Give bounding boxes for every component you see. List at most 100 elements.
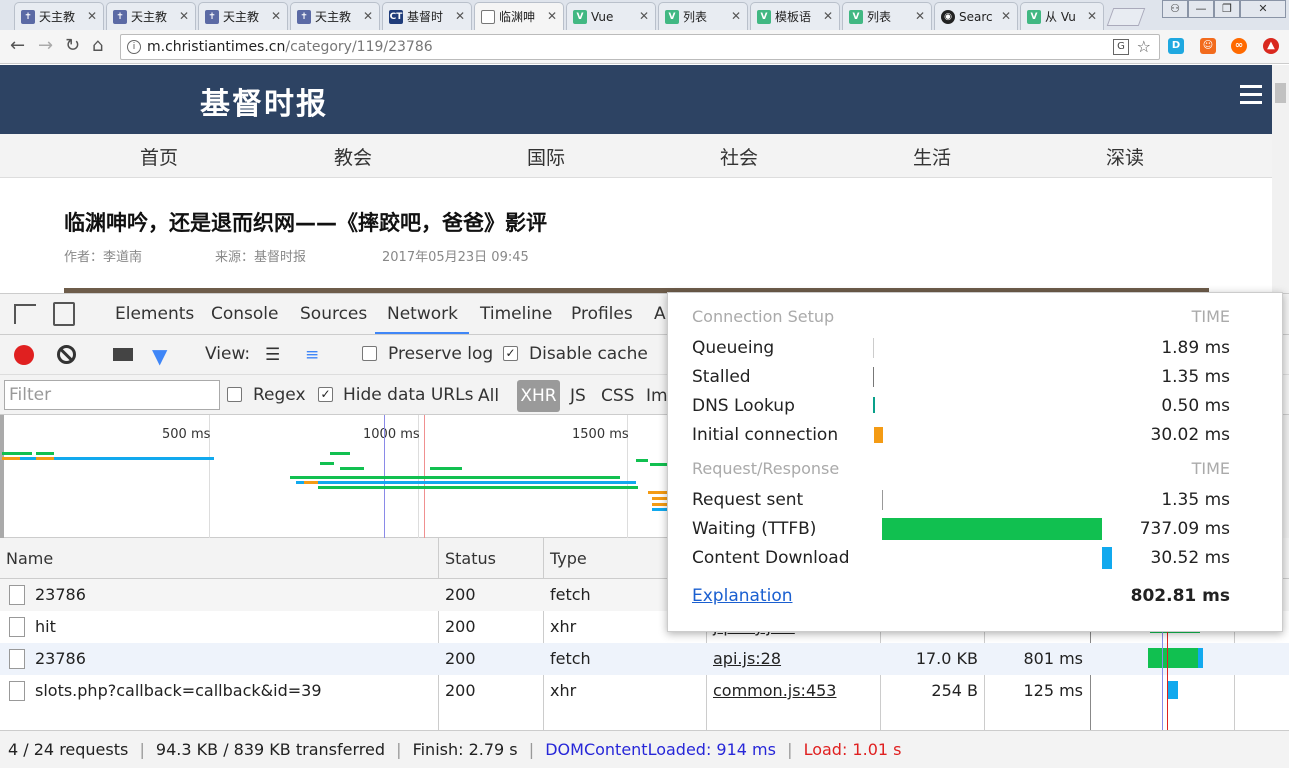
nav-item-life[interactable]: 生活 xyxy=(913,143,951,170)
forward-icon[interactable]: → xyxy=(38,36,53,56)
close-icon[interactable]: ✕ xyxy=(1001,3,1011,29)
bookmark-star-icon[interactable]: ☆ xyxy=(1137,35,1151,59)
browser-tab-active[interactable]: 临渊呻 ✕ xyxy=(474,2,564,30)
back-icon[interactable]: ← xyxy=(10,36,25,56)
browser-tab-strip: ✝ 天主教 ✕ ✝ 天主教 ✕ ✝ 天主教 ✕ ✝ 天主教 ✕ CT 基督时 ✕ 临渊呻 ✕ V Vue… xyxy=(0,0,1289,30)
column-name-header[interactable]: Name xyxy=(6,549,53,568)
vue-icon: V xyxy=(757,9,771,24)
type-filter-xhr[interactable]: XHR xyxy=(517,380,560,412)
connection-setup-header: Connection Setup xyxy=(692,307,835,326)
document-icon xyxy=(9,681,25,701)
nav-item-home[interactable]: 首页 xyxy=(140,143,178,170)
inspect-element-icon[interactable] xyxy=(14,304,36,324)
column-type-header[interactable]: Type xyxy=(550,549,587,568)
close-icon[interactable]: ✕ xyxy=(179,3,189,29)
regex-checkbox[interactable] xyxy=(227,387,242,402)
overview-bar xyxy=(652,503,668,506)
filter-icon[interactable]: ▼ xyxy=(152,344,167,368)
close-icon[interactable]: ✕ xyxy=(915,3,925,29)
tab-network[interactable]: Network xyxy=(387,304,458,324)
request-initiator[interactable]: api.js:28 xyxy=(713,643,781,675)
nav-item-international[interactable]: 国际 xyxy=(527,143,565,170)
extension-up-icon[interactable]: ▲ xyxy=(1263,38,1279,54)
address-bar[interactable]: i m.christiantimes.cn/category/119/23786… xyxy=(120,34,1160,60)
filter-input[interactable]: Filter xyxy=(4,380,220,410)
site-logo[interactable]: 基督时报 xyxy=(200,79,328,123)
close-icon[interactable]: ✕ xyxy=(455,3,465,29)
table-row[interactable]: slots.php?callback=callback&id=39 200 xh… xyxy=(0,675,1289,707)
disable-cache-checkbox[interactable]: ✓ xyxy=(503,346,518,361)
close-icon[interactable]: ✕ xyxy=(363,3,373,29)
browser-tab[interactable]: ◉ Searc ✕ xyxy=(934,2,1018,30)
type-filter-all[interactable]: All xyxy=(478,386,499,406)
menu-icon[interactable] xyxy=(1240,85,1262,105)
minimize-button[interactable]: — xyxy=(1188,0,1214,18)
close-window-button[interactable]: ✕ xyxy=(1240,0,1286,18)
browser-tab[interactable]: ✝ 天主教 ✕ xyxy=(14,2,104,30)
browser-tab[interactable]: ✝ 天主教 ✕ xyxy=(106,2,196,30)
request-size: 17.0 KB xyxy=(915,649,978,668)
close-icon[interactable]: ✕ xyxy=(271,3,281,29)
tab-console[interactable]: Console xyxy=(211,304,279,324)
column-status-header[interactable]: Status xyxy=(445,549,496,568)
time-column-header: TIME xyxy=(1191,307,1230,326)
overview-view-icon[interactable]: ≡ xyxy=(305,345,319,365)
request-name: 23786 xyxy=(35,585,86,604)
screenshot-capture-icon[interactable] xyxy=(113,348,133,361)
browser-tab[interactable]: ✝ 天主教 ✕ xyxy=(290,2,380,30)
browser-tab[interactable]: CT 基督时 ✕ xyxy=(382,2,472,30)
record-icon[interactable] xyxy=(14,345,34,365)
home-icon[interactable]: ⌂ xyxy=(92,36,103,56)
extension-d-icon[interactable]: D xyxy=(1168,38,1184,54)
new-tab-button[interactable] xyxy=(1106,8,1146,26)
preserve-log-checkbox[interactable] xyxy=(362,346,377,361)
type-filter-css[interactable]: CSS xyxy=(601,386,634,406)
list-view-icon[interactable]: ☰ xyxy=(265,345,280,365)
type-filter-js[interactable]: JS xyxy=(570,386,586,406)
tab-sources[interactable]: Sources xyxy=(300,304,367,324)
request-name: 23786 xyxy=(35,649,86,668)
reload-icon[interactable]: ↻ xyxy=(65,36,80,56)
close-icon[interactable]: ✕ xyxy=(1087,3,1097,29)
nav-item-church[interactable]: 教会 xyxy=(334,143,372,170)
timing-label-dns: DNS Lookup xyxy=(692,396,795,416)
tab-profiles[interactable]: Profiles xyxy=(571,304,633,324)
request-initiator[interactable]: common.js:453 xyxy=(713,675,836,707)
table-row-selected[interactable]: 23786 200 fetch api.js:28 17.0 KB 801 ms xyxy=(0,643,1289,675)
browser-tab[interactable]: V 列表 ✕ xyxy=(658,2,748,30)
finish-time: Finish: 2.79 s xyxy=(412,740,518,759)
page-scrollbar[interactable] xyxy=(1272,65,1289,293)
extension-infinity-icon[interactable]: ∞ xyxy=(1231,38,1247,54)
document-icon xyxy=(9,617,25,637)
close-icon[interactable]: ✕ xyxy=(547,3,557,29)
browser-tab[interactable]: V 从 Vu ✕ xyxy=(1020,2,1104,30)
close-icon[interactable]: ✕ xyxy=(731,3,741,29)
maximize-button[interactable]: ❐ xyxy=(1214,0,1240,18)
hide-data-urls-checkbox[interactable]: ✓ xyxy=(318,387,333,402)
nav-item-deep-read[interactable]: 深读 xyxy=(1106,143,1144,170)
close-icon[interactable]: ✕ xyxy=(823,3,833,29)
tab-timeline[interactable]: Timeline xyxy=(480,304,552,324)
device-mode-icon[interactable] xyxy=(53,302,75,326)
waterfall-bar xyxy=(1168,681,1178,699)
request-status: 200 xyxy=(445,681,476,700)
scrollbar-thumb[interactable] xyxy=(1275,83,1286,103)
nav-item-society[interactable]: 社会 xyxy=(720,143,758,170)
profile-icon[interactable]: ⚇ xyxy=(1162,0,1188,18)
browser-tab[interactable]: V Vue ✕ xyxy=(566,2,656,30)
info-icon[interactable]: i xyxy=(127,40,141,54)
extension-orange-icon[interactable]: ☺ xyxy=(1200,38,1216,54)
tab-elements[interactable]: Elements xyxy=(115,304,194,324)
browser-tab[interactable]: ✝ 天主教 ✕ xyxy=(198,2,288,30)
overview-left-handle[interactable] xyxy=(0,415,4,538)
clear-icon[interactable] xyxy=(57,345,76,364)
browser-tab[interactable]: V 模板语 ✕ xyxy=(750,2,840,30)
explanation-link[interactable]: Explanation xyxy=(692,586,793,606)
overview-bar xyxy=(2,457,20,460)
close-icon[interactable]: ✕ xyxy=(639,3,649,29)
type-filter-img[interactable]: Im xyxy=(646,386,668,406)
request-time: 125 ms xyxy=(1023,681,1083,700)
translate-icon[interactable]: G xyxy=(1113,39,1129,55)
close-icon[interactable]: ✕ xyxy=(87,3,97,29)
browser-tab[interactable]: V 列表 ✕ xyxy=(842,2,932,30)
